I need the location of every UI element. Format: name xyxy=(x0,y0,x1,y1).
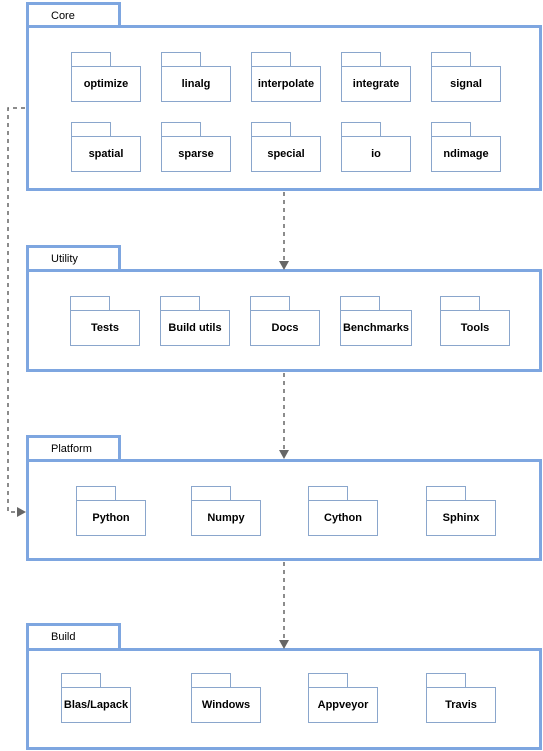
package-label: integrate xyxy=(341,66,411,102)
package-tab xyxy=(340,296,380,311)
package-tools[interactable]: Tools xyxy=(440,296,510,346)
package-ndimage[interactable]: ndimage xyxy=(431,122,501,172)
package-label: Blas/Lapack xyxy=(61,687,131,723)
package-windows[interactable]: Windows xyxy=(191,673,261,723)
package-label: Tools xyxy=(440,310,510,346)
package-sparse[interactable]: sparse xyxy=(161,122,231,172)
layer-build-label: Build xyxy=(51,631,76,643)
arrowhead-icon xyxy=(279,450,289,459)
package-tab xyxy=(191,673,231,688)
package-label: linalg xyxy=(161,66,231,102)
layer-core-label: Core xyxy=(51,10,75,22)
layer-utility-frame[interactable]: Tests Build utils Docs Benchmarks Tools xyxy=(26,269,542,372)
package-blas-lapack[interactable]: Blas/Lapack xyxy=(61,673,131,723)
package-label: optimize xyxy=(71,66,141,102)
package-label: Build utils xyxy=(160,310,230,346)
package-tab xyxy=(440,296,480,311)
package-label: Numpy xyxy=(191,500,261,536)
package-label: Sphinx xyxy=(426,500,496,536)
package-benchmarks[interactable]: Benchmarks xyxy=(340,296,412,346)
package-label: spatial xyxy=(71,136,141,172)
package-spatial[interactable]: spatial xyxy=(71,122,141,172)
package-numpy[interactable]: Numpy xyxy=(191,486,261,536)
package-tab xyxy=(431,52,471,67)
package-io[interactable]: io xyxy=(341,122,411,172)
arrowhead-icon xyxy=(17,507,26,517)
package-tab xyxy=(71,52,111,67)
package-python[interactable]: Python xyxy=(76,486,146,536)
package-label: Tests xyxy=(70,310,140,346)
layer-platform-label: Platform xyxy=(51,443,92,455)
package-label: Travis xyxy=(426,687,496,723)
package-special[interactable]: special xyxy=(251,122,321,172)
package-tab xyxy=(308,486,348,501)
package-tab xyxy=(161,52,201,67)
package-signal[interactable]: signal xyxy=(431,52,501,102)
package-tests[interactable]: Tests xyxy=(70,296,140,346)
package-tab xyxy=(341,52,381,67)
package-tab xyxy=(431,122,471,137)
layer-platform-frame[interactable]: Python Numpy Cython Sphinx xyxy=(26,459,542,561)
package-tab xyxy=(341,122,381,137)
layer-build-tab[interactable]: Build xyxy=(26,623,121,650)
package-interpolate[interactable]: interpolate xyxy=(251,52,321,102)
package-label: Windows xyxy=(191,687,261,723)
package-tab xyxy=(191,486,231,501)
package-label: Python xyxy=(76,500,146,536)
package-linalg[interactable]: linalg xyxy=(161,52,231,102)
package-label: interpolate xyxy=(251,66,321,102)
package-tab xyxy=(61,673,101,688)
package-tab xyxy=(161,122,201,137)
layer-core-tab[interactable]: Core xyxy=(26,2,121,27)
package-label: sparse xyxy=(161,136,231,172)
package-tab xyxy=(251,122,291,137)
package-docs[interactable]: Docs xyxy=(250,296,320,346)
layer-utility-label: Utility xyxy=(51,253,78,265)
package-tab xyxy=(251,52,291,67)
package-optimize[interactable]: optimize xyxy=(71,52,141,102)
package-label: Appveyor xyxy=(308,687,378,723)
package-build-utils[interactable]: Build utils xyxy=(160,296,230,346)
package-label: ndimage xyxy=(431,136,501,172)
package-travis[interactable]: Travis xyxy=(426,673,496,723)
package-label: io xyxy=(341,136,411,172)
package-tab xyxy=(76,486,116,501)
arrow-core-to-platform[interactable] xyxy=(7,107,25,513)
package-integrate[interactable]: integrate xyxy=(341,52,411,102)
package-label: Benchmarks xyxy=(340,310,412,346)
package-label: Cython xyxy=(308,500,378,536)
package-tab xyxy=(426,673,466,688)
package-tab xyxy=(426,486,466,501)
layer-build-frame[interactable]: Blas/Lapack Windows Appveyor Travis xyxy=(26,648,542,750)
package-cython[interactable]: Cython xyxy=(308,486,378,536)
layer-core-frame[interactable]: optimize linalg interpolate integrate si… xyxy=(26,25,542,191)
layer-platform-tab[interactable]: Platform xyxy=(26,435,121,461)
package-appveyor[interactable]: Appveyor xyxy=(308,673,378,723)
package-label: Docs xyxy=(250,310,320,346)
package-label: special xyxy=(251,136,321,172)
package-sphinx[interactable]: Sphinx xyxy=(426,486,496,536)
package-tab xyxy=(160,296,200,311)
package-tab xyxy=(70,296,110,311)
package-tab xyxy=(308,673,348,688)
package-tab xyxy=(71,122,111,137)
package-tab xyxy=(250,296,290,311)
package-label: signal xyxy=(431,66,501,102)
layer-utility-tab[interactable]: Utility xyxy=(26,245,121,271)
